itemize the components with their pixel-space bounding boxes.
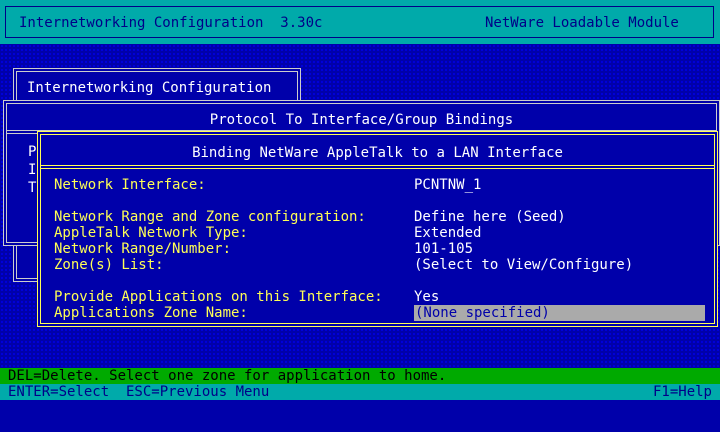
binding-title-separator bbox=[41, 165, 714, 169]
bindings-window-title: Protocol To Interface/Group Bindings bbox=[209, 112, 514, 128]
key-help-bar: ENTER=Select ESC=Previous Menu F1=Help bbox=[0, 384, 720, 400]
f1-help-hint[interactable]: F1=Help bbox=[653, 384, 712, 400]
field-label: Network Interface: bbox=[54, 177, 206, 193]
module-type: NetWare Loadable Module bbox=[485, 15, 679, 31]
bindings-partial-text-2: I bbox=[28, 162, 37, 178]
status-hint-bar: DEL=Delete. Select one zone for applicat… bbox=[0, 368, 720, 384]
internetworking-config-title: Internetworking Configuration bbox=[27, 80, 272, 96]
binding-appletalk-dialog: Binding NetWare AppleTalk to a LAN Inter… bbox=[37, 131, 718, 327]
status-hint-text: DEL=Delete. Select one zone for applicat… bbox=[8, 368, 447, 384]
app-header: Internetworking Configuration 3.30c NetW… bbox=[0, 0, 720, 44]
field-label: Zone(s) List: bbox=[54, 257, 164, 273]
field-value: (Select to View/Configure) bbox=[414, 257, 634, 273]
bindings-partial-text-3: T bbox=[28, 180, 37, 196]
field-label: Applications Zone Name: bbox=[54, 305, 248, 321]
binding-dialog-title: Binding NetWare AppleTalk to a LAN Inter… bbox=[192, 145, 563, 161]
field-label: Provide Applications on this Interface: bbox=[54, 289, 383, 305]
app-title: Internetworking Configuration 3.30c bbox=[19, 15, 323, 31]
field-value: Yes bbox=[414, 289, 440, 305]
applications-zone-name-input[interactable]: (None specified) bbox=[414, 305, 705, 321]
field-label: Network Range and Zone configuration: bbox=[54, 209, 366, 225]
bindings-partial-text-1: P bbox=[28, 144, 37, 160]
field-value: Extended bbox=[414, 225, 482, 241]
field-label: Network Range/Number: bbox=[54, 241, 232, 257]
field-value: PCNTNW_1 bbox=[414, 177, 482, 193]
field-value: 101-105 bbox=[414, 241, 474, 257]
field-label: AppleTalk Network Type: bbox=[54, 225, 248, 241]
field-value: Define here (Seed) bbox=[414, 209, 566, 225]
key-help-text: ENTER=Select ESC=Previous Menu bbox=[8, 384, 270, 400]
